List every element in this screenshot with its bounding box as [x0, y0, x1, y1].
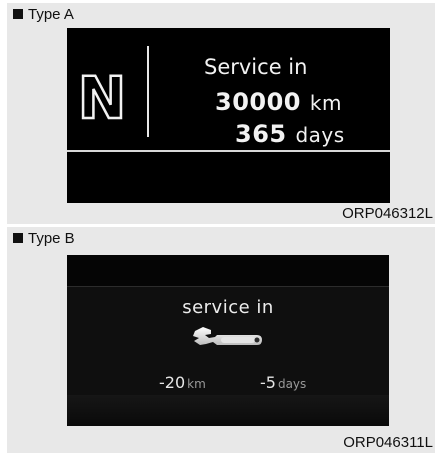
days-unit: days [295, 123, 345, 147]
bullet-square-icon [13, 9, 23, 19]
type-a-label: Type A [13, 6, 74, 23]
service-days: 365 days [235, 120, 345, 148]
distance-unit: km [309, 91, 342, 115]
figure-code-a: ORP046312L [342, 205, 433, 222]
cluster-display-type-a: N Service in 30000 km 365 days [67, 28, 390, 203]
type-b-panel: Type B service in -20 km -5 days ORP046311… [7, 227, 435, 453]
service-title: Service in [204, 55, 308, 79]
display-top-band [67, 255, 389, 286]
service-title: service in [182, 297, 274, 318]
type-a-panel: Type A N Service in 30000 km 365 days OR… [7, 3, 435, 224]
distance-value: 30000 [215, 88, 301, 116]
wrench-icon [193, 327, 262, 345]
days-value: -5 [260, 373, 276, 392]
gear-indicator: N [80, 71, 124, 121]
type-b-label-text: Type B [28, 230, 75, 247]
vertical-divider [147, 46, 149, 137]
display-bottom-band [67, 395, 389, 426]
overdue-days: -5 days [260, 373, 306, 392]
display-top-separator [67, 286, 389, 287]
bullet-square-icon [13, 233, 23, 243]
figure-code-b: ORP046311L [343, 434, 433, 451]
gear-letter: N [80, 71, 124, 121]
type-a-label-text: Type A [28, 6, 74, 23]
service-distance: 30000 km [215, 88, 342, 116]
horizontal-divider [67, 150, 390, 152]
overdue-distance: -20 km [159, 373, 206, 392]
cluster-display-type-b: service in -20 km -5 days [67, 255, 389, 426]
distance-value: -20 [159, 373, 186, 392]
type-b-label: Type B [13, 230, 75, 247]
days-unit: days [277, 377, 307, 391]
distance-unit: km [187, 377, 206, 391]
days-value: 365 [235, 120, 287, 148]
